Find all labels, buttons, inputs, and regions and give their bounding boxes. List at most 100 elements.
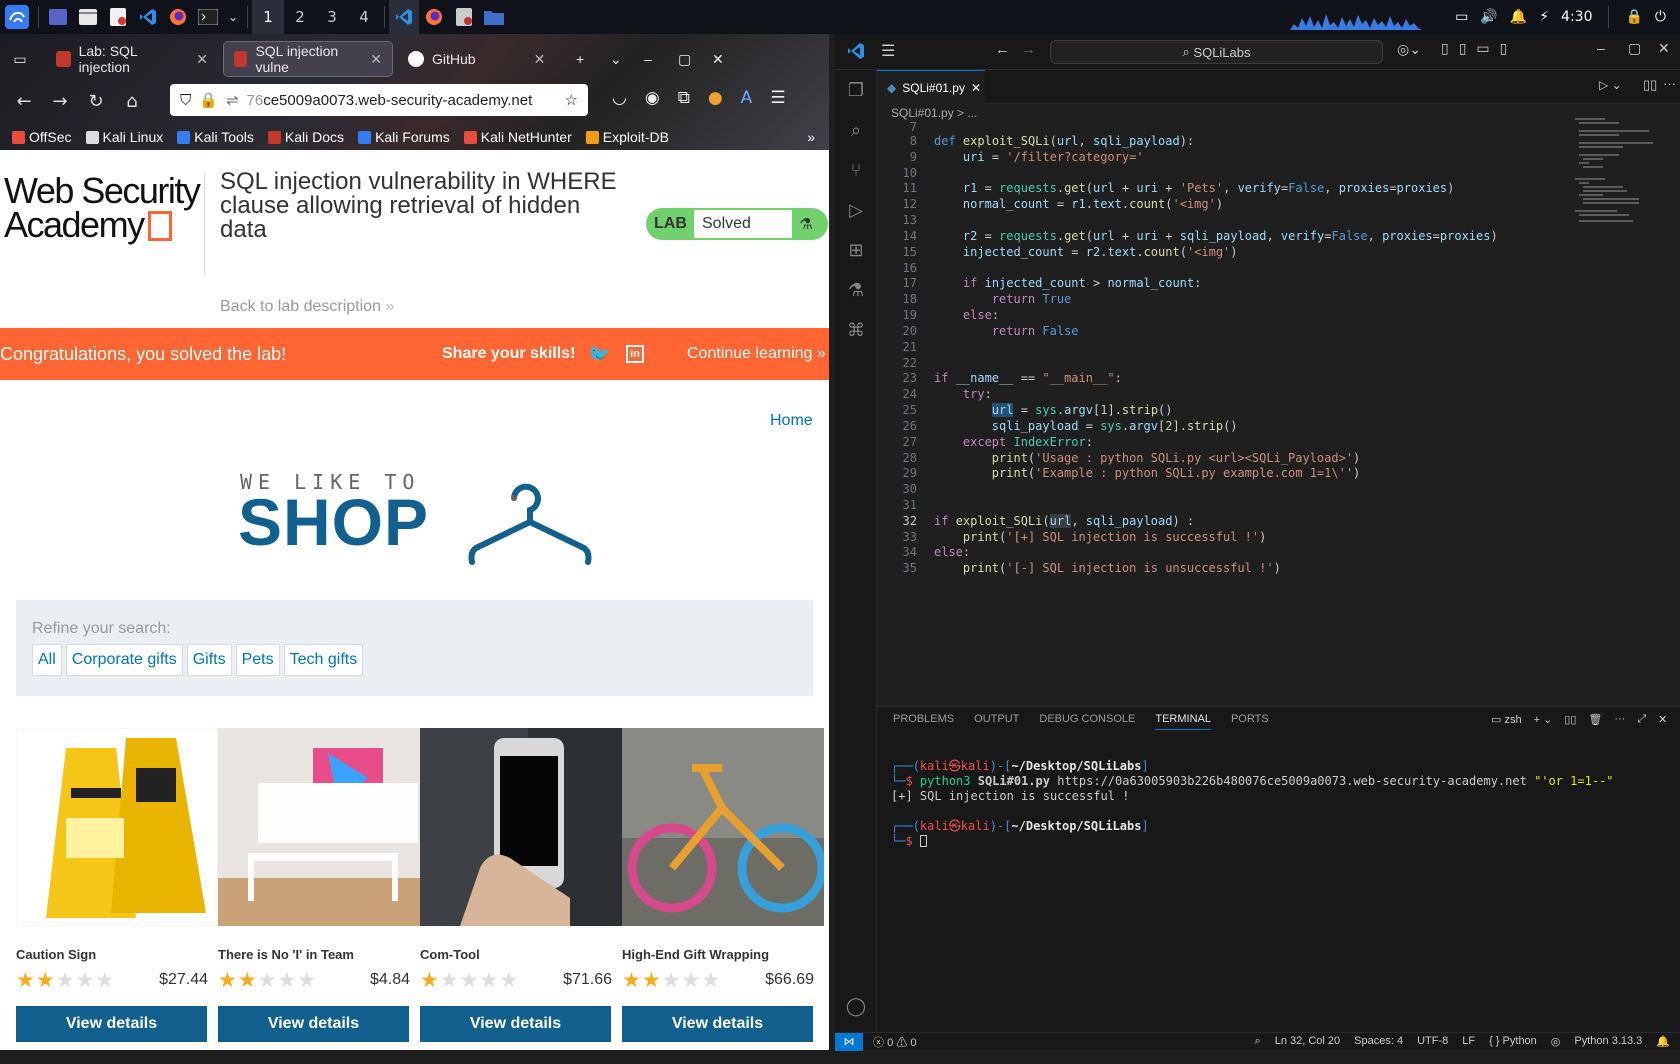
- view-details-button[interactable]: View details: [420, 1006, 611, 1042]
- terminal-output[interactable]: ┌──(kali㉿kali)-[~/Desktop/SQLiLabs] └─$ …: [891, 759, 1614, 849]
- close-icon[interactable]: ✕: [196, 51, 208, 68]
- twitter-icon[interactable]: 🐦: [588, 344, 610, 365]
- pocket-icon[interactable]: ◡: [612, 88, 627, 108]
- search-icon[interactable]: ⌕: [835, 110, 877, 150]
- filter-corporate-gifts[interactable]: Corporate gifts: [65, 644, 183, 676]
- back-icon[interactable]: ←: [6, 91, 42, 112]
- kali-menu-icon[interactable]: [0, 0, 34, 34]
- extensions-icon[interactable]: ⧉: [678, 88, 690, 108]
- product-image-gift-wrapping[interactable]: [622, 728, 827, 926]
- close-icon[interactable]: ✕: [534, 51, 546, 68]
- new-terminal-icon[interactable]: + ⌄: [1534, 713, 1553, 726]
- list-tabs-icon[interactable]: ⌄: [600, 42, 628, 76]
- view-details-button[interactable]: View details: [218, 1006, 409, 1042]
- filter-gifts[interactable]: Gifts: [186, 644, 232, 676]
- view-details-button[interactable]: View details: [622, 1006, 813, 1042]
- maximize-panel-icon[interactable]: ⤢: [1637, 713, 1646, 726]
- problems-indicator[interactable]: ⓧ 0 ⚠ 0: [873, 1034, 916, 1050]
- minimize-icon[interactable]: –: [1597, 40, 1605, 56]
- continue-learning-link[interactable]: Continue learning »: [687, 345, 826, 363]
- view-details-button[interactable]: View details: [16, 1006, 207, 1042]
- workspace-1[interactable]: 1: [252, 0, 284, 34]
- lock-icon[interactable]: 🔒: [199, 91, 218, 109]
- bookmark-kali-linux[interactable]: Kali Linux: [85, 129, 163, 145]
- kill-terminal-icon[interactable]: 🗑: [1588, 713, 1602, 726]
- breadcrumb[interactable]: SQLi#01.py > ...: [891, 106, 977, 120]
- panel-tab-problems[interactable]: PROBLEMS: [893, 713, 954, 730]
- bookmark-kali-nethunter[interactable]: Kali NetHunter: [463, 129, 572, 145]
- run-debug-icon[interactable]: ▷: [835, 190, 877, 230]
- zoom-icon[interactable]: ⌕: [1255, 1035, 1261, 1048]
- text-editor-icon[interactable]: [103, 0, 133, 34]
- close-panel-icon[interactable]: ✕: [1658, 713, 1667, 726]
- browser-tab-lab[interactable]: Lab: SQL injection ✕: [46, 42, 218, 76]
- close-window-icon[interactable]: ✕: [702, 42, 730, 76]
- panel-tab-debug-console[interactable]: DEBUG CONSOLE: [1039, 713, 1135, 730]
- bookmark-kali-tools[interactable]: Kali Tools: [177, 129, 254, 145]
- shield-icon[interactable]: ⛉: [180, 92, 191, 109]
- back-to-lab-description-link[interactable]: Back to lab description »: [220, 298, 394, 316]
- minimize-icon[interactable]: –: [634, 42, 662, 76]
- python-interpreter[interactable]: Python 3.13.3: [1574, 1035, 1642, 1048]
- forward-icon[interactable]: →: [1021, 41, 1036, 58]
- workspace-4[interactable]: 4: [348, 0, 380, 34]
- command-center-search[interactable]: ⌕ SQLiLabs: [1050, 40, 1383, 64]
- menu-icon[interactable]: ☰: [770, 88, 785, 108]
- display-icon[interactable]: ▭: [1455, 9, 1468, 25]
- firefox-window-icon[interactable]: [419, 0, 449, 34]
- linkedin-icon[interactable]: in: [626, 345, 644, 363]
- bookmark-star-icon[interactable]: ☆: [565, 91, 578, 109]
- copilot-icon[interactable]: ◎⌄: [1397, 41, 1421, 58]
- copilot-status-icon[interactable]: ◎: [1551, 1035, 1561, 1048]
- editor-tab-sqli01[interactable]: ◆ SQLi#01.py ✕: [877, 70, 985, 104]
- extensions-icon[interactable]: ⊞: [835, 230, 877, 270]
- product-image-com-tool[interactable]: [420, 728, 622, 926]
- indentation[interactable]: Spaces: 4: [1354, 1035, 1403, 1048]
- home-icon[interactable]: ⌂: [114, 91, 150, 112]
- power-icon[interactable]: ⏻: [1655, 9, 1666, 25]
- account-icon[interactable]: ◉: [645, 88, 660, 108]
- remote-icon[interactable]: ⋈: [835, 1032, 863, 1051]
- power-manager-icon[interactable]: ⚡: [1539, 9, 1549, 25]
- vscode-icon[interactable]: [133, 0, 163, 34]
- close-window-icon[interactable]: ✕: [1658, 40, 1670, 57]
- filter-tech-gifts[interactable]: Tech gifts: [283, 644, 364, 676]
- lock-icon[interactable]: 🔒: [1625, 9, 1642, 25]
- browser-tab-sqli[interactable]: SQL injection vulne ✕: [223, 41, 393, 77]
- layout-icons[interactable]: ▯▯▭▯: [1441, 40, 1517, 57]
- firefox-icon[interactable]: [163, 0, 193, 34]
- new-tab-icon[interactable]: +: [566, 42, 594, 76]
- forward-icon[interactable]: →: [42, 91, 78, 112]
- testing-icon[interactable]: ⚗: [835, 270, 877, 310]
- product-image-caution-sign[interactable]: [15, 727, 219, 927]
- split-editor-icon[interactable]: ▯▯: [1643, 77, 1657, 93]
- bookmarks-overflow-icon[interactable]: »: [807, 129, 815, 145]
- panel-tab-terminal[interactable]: TERMINAL: [1155, 713, 1211, 730]
- clock[interactable]: 4:30: [1561, 9, 1592, 25]
- filter-pets[interactable]: Pets: [235, 644, 280, 676]
- account-icon[interactable]: ◯: [835, 986, 877, 1026]
- menu-icon[interactable]: ☰: [881, 41, 895, 61]
- more-actions-icon[interactable]: ···: [1663, 76, 1676, 91]
- extension-fox-icon[interactable]: ●: [708, 88, 723, 108]
- bookmark-kali-docs[interactable]: Kali Docs: [267, 129, 344, 145]
- desktop-icon[interactable]: [43, 0, 73, 34]
- workspace-2[interactable]: 2: [284, 0, 316, 34]
- bookmark-kali-forums[interactable]: Kali Forums: [358, 129, 450, 145]
- bookmark-offsec[interactable]: OffSec: [12, 129, 72, 145]
- code-editor[interactable]: 7 8 def exploit_SQLi(url, sqli_payload): …: [877, 120, 1637, 680]
- terminal-icon[interactable]: [193, 0, 223, 34]
- volume-icon[interactable]: 🔊: [1480, 9, 1497, 25]
- translate-icon[interactable]: A: [741, 88, 753, 108]
- python-icon[interactable]: ⌘: [835, 310, 877, 350]
- panel-tab-ports[interactable]: PORTS: [1231, 713, 1269, 730]
- home-link[interactable]: Home: [770, 412, 813, 430]
- encoding[interactable]: UTF-8: [1417, 1035, 1448, 1048]
- reload-icon[interactable]: ↻: [78, 91, 114, 112]
- end-of-line[interactable]: LF: [1462, 1035, 1475, 1048]
- cursor-position[interactable]: Ln 32, Col 20: [1275, 1035, 1340, 1048]
- bookmark-exploit-db[interactable]: Exploit-DB: [585, 129, 669, 145]
- tab-overview-icon[interactable]: ▭: [0, 42, 40, 76]
- web-security-academy-logo[interactable]: Web Security Academy: [4, 173, 201, 243]
- close-icon[interactable]: ✕: [370, 51, 382, 68]
